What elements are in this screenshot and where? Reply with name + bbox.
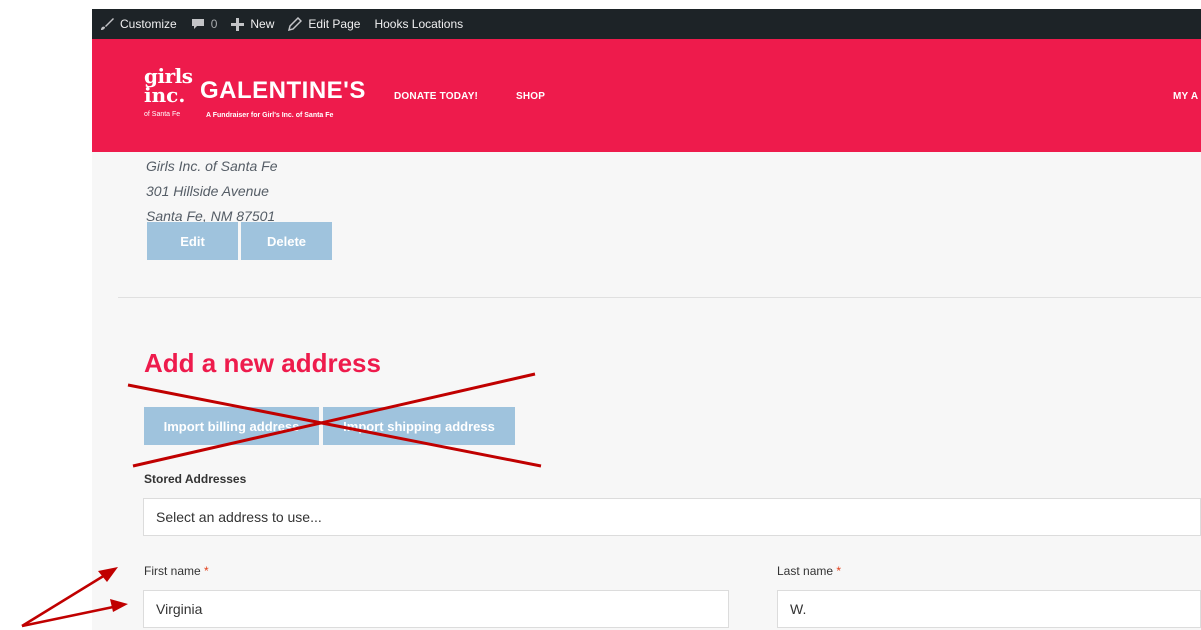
admin-edit-page[interactable]: Edit Page [288, 17, 360, 31]
admin-hooks-label: Hooks Locations [374, 17, 464, 31]
stored-addresses-select[interactable]: Select an address to use... [143, 498, 1201, 536]
admin-comments-count: 0 [210, 17, 218, 31]
last-name-input[interactable]: W. [777, 590, 1201, 628]
last-name-label: Last name * [777, 564, 841, 578]
import-billing-button[interactable]: Import billing address [144, 407, 319, 445]
first-name-label-text: First name [144, 564, 201, 578]
import-shipping-button[interactable]: Import shipping address [323, 407, 515, 445]
nav-shop-link[interactable]: SHOP [516, 91, 545, 102]
last-name-value: W. [790, 601, 807, 617]
last-name-required-mark: * [836, 564, 842, 578]
admin-hooks-locations[interactable]: Hooks Locations [374, 17, 463, 31]
plus-icon [231, 17, 245, 31]
stored-addresses-placeholder: Select an address to use... [156, 509, 322, 525]
section-divider [118, 297, 1201, 298]
stored-addresses-label: Stored Addresses [144, 472, 247, 486]
admin-new[interactable]: New [231, 17, 274, 31]
comment-icon [191, 19, 204, 29]
main-content: Girls Inc. of Santa Fe 301 Hillside Aven… [92, 152, 1201, 630]
admin-bar: Customize 0 New Edit Page Hooks Location… [92, 9, 1201, 39]
last-name-label-text: Last name [777, 564, 834, 578]
first-name-input[interactable]: Virginia [143, 590, 729, 628]
admin-edit-page-label: Edit Page [308, 17, 361, 31]
logo-subtext: of Santa Fe [144, 111, 181, 118]
admin-customize[interactable]: Customize [100, 17, 177, 31]
site-tagline: A Fundraiser for Girl's Inc. of Santa Fe [206, 112, 334, 119]
nav-donate-link[interactable]: DONATE TODAY! [394, 91, 478, 102]
pencil-icon [288, 17, 303, 31]
admin-new-label: New [250, 17, 275, 31]
paintbrush-icon [101, 18, 114, 30]
page: Customize 0 New Edit Page Hooks Location… [0, 0, 1201, 630]
first-name-label: First name * [144, 564, 209, 578]
first-name-required-mark: * [204, 564, 209, 578]
admin-customize-label: Customize [120, 17, 177, 31]
delete-address-button[interactable]: Delete [241, 222, 332, 260]
logo-girls-text[interactable]: girls [144, 66, 193, 86]
address-line-2: 301 Hillside Avenue [146, 183, 269, 199]
nav-my-account-link[interactable]: MY A [1173, 91, 1198, 102]
admin-comments[interactable]: 0 [191, 17, 218, 31]
site-title[interactable]: GALENTINE'S [200, 77, 366, 105]
add-address-heading: Add a new address [144, 348, 381, 378]
edit-address-button[interactable]: Edit [147, 222, 238, 260]
address-line-1: Girls Inc. of Santa Fe [146, 158, 278, 174]
first-name-value: Virginia [156, 601, 203, 617]
logo-inc-text[interactable]: inc. [144, 85, 185, 105]
site-header: girls inc. of Santa Fe GALENTINE'S A Fun… [92, 39, 1201, 152]
